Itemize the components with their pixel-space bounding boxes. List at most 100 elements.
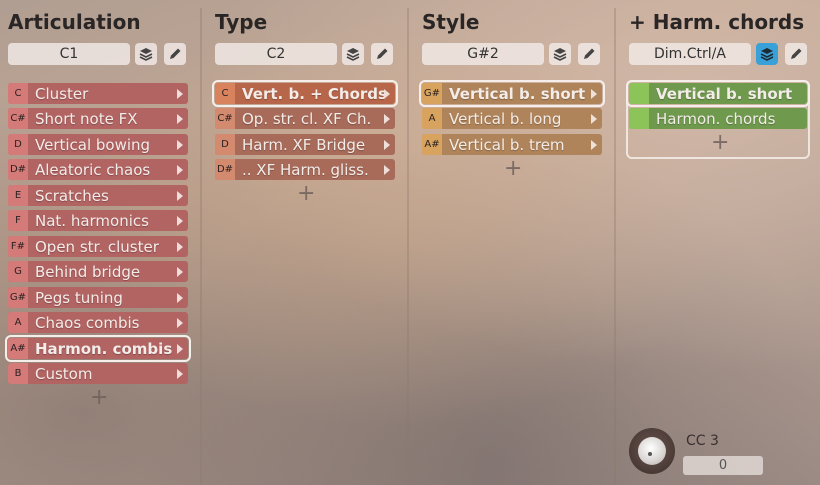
layers-button-active[interactable] [756,43,778,65]
type-item[interactable]: D# .. XF Harm. gliss. [215,159,395,180]
cc-value-field[interactable]: 0 [683,456,763,475]
key-badge: G# [422,83,442,104]
articulation-item[interactable]: C Cluster [8,83,188,104]
articulation-item[interactable]: F Nat. harmonics [8,210,188,231]
layers-button[interactable] [135,43,157,65]
key-badge: G# [8,287,28,308]
chevron-right-icon[interactable] [177,139,183,150]
key-badge: C [8,83,28,104]
type-key-field[interactable]: C2 [215,43,337,65]
pencil-icon [791,48,802,59]
add-style-button[interactable]: + [504,158,522,180]
articulation-item[interactable]: G# Pegs tuning [8,287,188,308]
harm-item-selected[interactable]: Vertical b. short [626,80,810,107]
add-harm-button[interactable]: + [711,132,729,154]
key-badge: A [422,108,442,129]
style-column: Style G#2 G# Vertical b. short A Vertical … [419,0,607,485]
articulation-item[interactable]: B Custom [8,363,188,384]
chevron-right-icon[interactable] [177,266,183,277]
chevron-right-icon[interactable] [384,164,390,175]
chevron-right-icon[interactable] [177,164,183,175]
chevron-right-icon[interactable] [591,113,597,124]
chevron-right-icon[interactable] [384,113,390,124]
edit-button[interactable] [578,43,600,65]
chevron-right-icon[interactable] [177,190,183,201]
cc-knob[interactable] [629,428,675,474]
chevron-right-icon[interactable] [177,88,183,99]
articulation-item[interactable]: E Scratches [8,185,188,206]
chevron-right-icon[interactable] [177,368,183,379]
articulation-item[interactable]: A Chaos combis [8,312,188,333]
knob-cap [638,437,666,465]
key-badge: E [8,185,28,206]
chevron-right-icon[interactable] [177,317,183,328]
item-label: Vertical b. trem [449,135,565,154]
articulation-column: Articulation C1 C Cluster C# Short note FX… [5,0,193,485]
chevron-right-icon[interactable] [591,139,597,150]
key-badge: A# [8,338,28,359]
key-badge: G [8,261,28,282]
chevron-right-icon[interactable] [177,343,183,354]
item-label: Vertical b. short [656,84,793,103]
key-badge: C# [8,108,28,129]
style-item[interactable]: A# Vertical b. trem [422,134,602,155]
key-badge: D# [8,159,28,180]
color-swatch [629,108,649,129]
add-type-button[interactable]: + [297,183,315,205]
type-item[interactable]: C# Op. str. cl. XF Ch. [215,108,395,129]
layers-button[interactable] [342,43,364,65]
articulation-item[interactable]: F# Open str. cluster [8,236,188,257]
edit-button[interactable] [785,43,807,65]
style-title: Style [422,10,480,34]
key-badge: B [8,363,28,384]
chevron-right-icon[interactable] [177,292,183,303]
type-item[interactable]: D Harm. XF Bridge [215,134,395,155]
articulation-item[interactable]: D# Aleatoric chaos [8,159,188,180]
key-badge: F# [8,236,28,257]
item-label: Harm. XF Bridge [242,135,366,154]
key-badge: A# [422,134,442,155]
item-label: Aleatoric chaos [35,160,151,179]
type-item-selected[interactable]: C Vert. b. + Chords [212,80,398,107]
type-title: Type [215,10,268,34]
knob-indicator [648,452,652,456]
chevron-right-icon[interactable] [384,88,390,99]
style-item[interactable]: A Vertical b. long [422,108,602,129]
layers-icon [760,48,774,61]
chevron-right-icon[interactable] [177,241,183,252]
cc-label: CC 3 [686,433,719,449]
item-label: Scratches [35,186,109,205]
articulation-item[interactable]: G Behind bridge [8,261,188,282]
style-key-field[interactable]: G#2 [422,43,544,65]
item-label: Harmon. chords [656,109,776,128]
chevron-right-icon[interactable] [177,215,183,226]
articulation-item-selected[interactable]: A# Harmon. combis [5,335,191,362]
key-badge: F [8,210,28,231]
chevron-right-icon[interactable] [177,113,183,124]
item-label: Pegs tuning [35,288,123,307]
harm-item[interactable]: Harmon. chords [629,108,807,129]
type-column: Type C2 C Vert. b. + Chords C# Op. str. cl… [212,0,400,485]
articulation-item[interactable]: C# Short note FX [8,108,188,129]
add-articulation-button[interactable]: + [90,387,108,409]
chevron-right-icon[interactable] [591,88,597,99]
harm-key-field[interactable]: Dim.Ctrl/A [629,43,751,65]
articulation-key-field[interactable]: C1 [8,43,130,65]
pencil-icon [170,48,181,59]
edit-button[interactable] [371,43,393,65]
item-label: Vertical b. short [449,84,586,103]
item-label: Vertical b. long [449,109,562,128]
key-badge: D [215,134,235,155]
chevron-right-icon[interactable] [384,139,390,150]
style-item-selected[interactable]: G# Vertical b. short [419,80,605,107]
item-label: Cluster [35,84,89,103]
key-badge: C [215,83,235,104]
layers-icon [139,48,153,61]
column-divider [200,8,202,485]
articulation-item[interactable]: D Vertical bowing [8,134,188,155]
edit-button[interactable] [164,43,186,65]
item-label: Open str. cluster [35,237,159,256]
layers-button[interactable] [549,43,571,65]
key-badge: A [8,312,28,333]
harm-chords-column: + Harm. chords Dim.Ctrl/A Vertical b. sh… [626,0,814,485]
